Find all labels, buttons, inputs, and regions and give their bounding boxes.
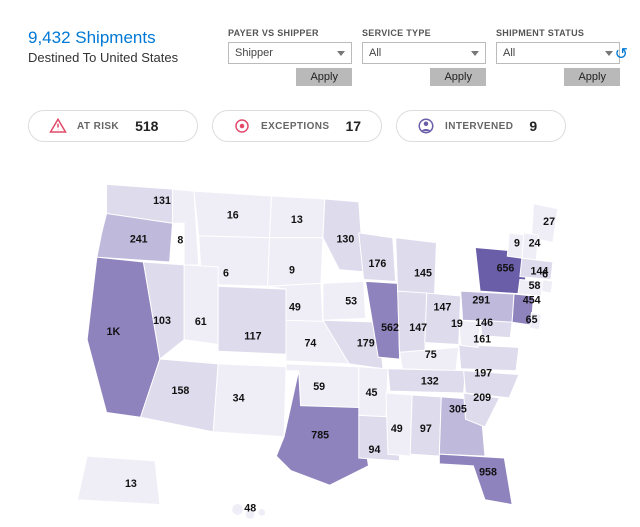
state-ND <box>270 196 325 238</box>
state-MA <box>520 258 553 279</box>
pill-value: 9 <box>529 118 537 134</box>
state-AR <box>359 367 388 417</box>
status-pill-row: AT RISK 518 EXCEPTIONS 17 INTERVENED 9 <box>0 90 640 142</box>
filter-shipment-status: SHIPMENT STATUS All Apply <box>496 28 620 86</box>
select-value: Shipper <box>235 47 273 59</box>
select-value: All <box>369 47 381 59</box>
pill-intervened[interactable]: INTERVENED 9 <box>396 110 566 142</box>
state-IA <box>323 281 366 320</box>
apply-button[interactable]: Apply <box>296 68 352 86</box>
chevron-down-icon <box>605 47 613 59</box>
state-AK <box>77 456 159 505</box>
filter-label: SHIPMENT STATUS <box>496 28 584 38</box>
page-title-block: 9,432 Shipments Destined To United State… <box>28 28 218 65</box>
us-choropleth-map[interactable]: 1312411K81031666115811734139497459785130… <box>0 165 640 524</box>
filter-label: PAYER VS SHIPPER <box>228 28 319 38</box>
state-IN <box>398 291 427 354</box>
pill-value: 518 <box>135 118 158 134</box>
filter-bar: PAYER VS SHIPPER Shipper Apply SERVICE T… <box>228 28 620 86</box>
shipment-subtitle: Destined To United States <box>28 50 218 65</box>
state-CO <box>218 286 286 354</box>
reset-icon[interactable]: ↺ <box>615 44 628 64</box>
person-circle-icon <box>417 117 435 135</box>
state-NH <box>522 233 538 260</box>
state-WV <box>459 320 480 347</box>
chevron-down-icon <box>337 47 345 59</box>
shipment-count: 9,432 Shipments <box>28 28 218 48</box>
state-DE <box>530 312 542 329</box>
service-type-select[interactable]: All <box>362 42 486 64</box>
pill-at-risk[interactable]: AT RISK 518 <box>28 110 198 142</box>
state-HI <box>232 504 244 516</box>
pill-label: INTERVENED <box>445 121 513 132</box>
pill-label: EXCEPTIONS <box>261 121 329 132</box>
state-WI <box>359 233 396 282</box>
chevron-down-icon <box>471 47 479 59</box>
state-HI <box>245 509 255 519</box>
state-HI <box>258 508 266 516</box>
state-UT <box>184 265 218 345</box>
state-NM <box>213 364 286 437</box>
shipment-status-select[interactable]: All <box>496 42 620 64</box>
state-VT <box>507 233 523 258</box>
filter-payer-vs-shipper: PAYER VS SHIPPER Shipper Apply <box>228 28 352 86</box>
state-RI <box>541 279 553 293</box>
state-FL <box>439 454 512 504</box>
state-VA <box>459 345 519 371</box>
state-SD <box>268 238 323 287</box>
state-MI <box>396 238 437 296</box>
warning-triangle-icon <box>49 117 67 135</box>
state-value-label: 8 <box>177 235 183 247</box>
state-NC <box>464 371 519 398</box>
state-CT <box>518 279 543 295</box>
state-MN <box>323 199 364 272</box>
payer-vs-shipper-select[interactable]: Shipper <box>228 42 352 64</box>
state-PA <box>461 291 514 322</box>
state-MT <box>194 191 272 238</box>
apply-button[interactable]: Apply <box>564 68 620 86</box>
apply-button[interactable]: Apply <box>430 68 486 86</box>
state-MS <box>386 393 412 456</box>
filter-service-type: SERVICE TYPE All Apply <box>362 28 486 86</box>
filter-label: SERVICE TYPE <box>362 28 431 38</box>
target-circle-icon <box>233 117 251 135</box>
state-OH <box>425 293 461 344</box>
select-value: All <box>503 47 515 59</box>
pill-value: 17 <box>345 118 361 134</box>
pill-label: AT RISK <box>77 121 119 132</box>
state-MD <box>480 320 512 337</box>
pill-exceptions[interactable]: EXCEPTIONS 17 <box>212 110 382 142</box>
state-AL <box>410 395 441 456</box>
state-TN <box>388 369 466 393</box>
